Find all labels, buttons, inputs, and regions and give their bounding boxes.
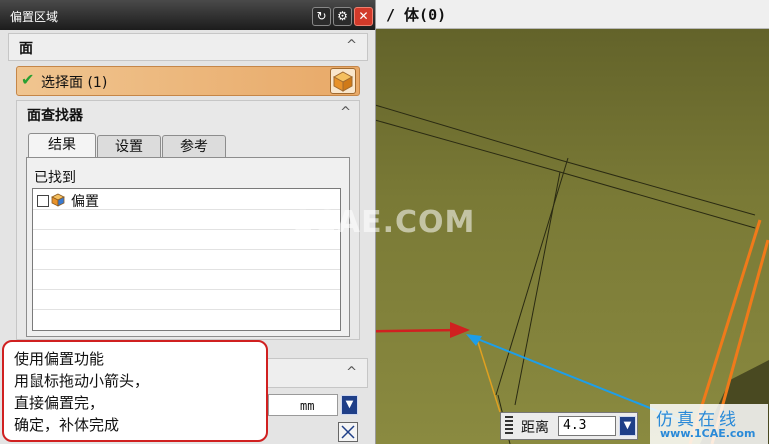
list-divider <box>33 309 340 310</box>
select-face-label: 选择面 (1) <box>41 75 108 91</box>
list-divider <box>33 249 340 250</box>
chevron-down-icon[interactable]: ▼ <box>619 416 636 436</box>
distance-input[interactable]: 4.3 <box>558 416 616 436</box>
tab-results[interactable]: 结果 <box>28 133 96 157</box>
drag-grip-icon[interactable] <box>505 416 513 436</box>
close-icon[interactable]: ✕ <box>354 7 373 26</box>
annotation-arrowhead-right-icon <box>450 322 470 338</box>
annotation-callout: 使用偏置功能 用鼠标拖动小箭头， 直接偏置完， 确定，补体完成 <box>2 340 268 442</box>
callout-line: 使用偏置功能 <box>14 350 105 368</box>
distance-label: 距离 <box>521 420 549 436</box>
collapse-icon[interactable]: ^ <box>340 105 351 120</box>
refresh-icon[interactable]: ↻ <box>312 7 331 26</box>
callout-line: 用鼠标拖动小箭头， <box>14 372 150 390</box>
tab-reference[interactable]: 参考 <box>162 135 226 157</box>
callout-line: 确定，补体完成 <box>14 416 120 434</box>
item-label: 偏置 <box>71 194 99 210</box>
face-section-header[interactable]: 面 ^ <box>8 33 368 61</box>
dialog-title: 偏置区域 <box>10 10 59 24</box>
face-section-label: 面 <box>19 41 33 57</box>
offset-feature-icon <box>51 193 65 207</box>
check-icon: ✔ <box>21 70 35 89</box>
select-face-row[interactable]: ✔ 选择面 (1) <box>16 66 360 96</box>
gear-icon[interactable]: ⚙ <box>333 7 352 26</box>
face-finder-label: 面查找器 <box>27 108 83 124</box>
item-checkbox[interactable] <box>37 195 49 207</box>
collapse-icon[interactable]: ^ <box>346 38 357 53</box>
list-divider <box>33 269 340 270</box>
tab-settings[interactable]: 设置 <box>97 135 161 157</box>
watermark-text: 1CAE.COM <box>292 205 476 240</box>
unit-label: mm <box>300 399 315 413</box>
list-item[interactable]: 偏置 <box>33 189 333 210</box>
cube-icon <box>332 71 354 92</box>
distance-handle-box: 距离 4.3 ▼ <box>500 412 638 440</box>
found-label: 已找到 <box>34 170 76 186</box>
callout-line: 直接偏置完， <box>14 394 105 412</box>
list-divider <box>33 289 340 290</box>
collapse-icon[interactable]: ^ <box>346 365 357 380</box>
viewport-title: / 体(0) <box>386 6 447 24</box>
chevron-down-icon[interactable]: ▼ <box>341 395 358 415</box>
face-selector-button[interactable] <box>330 68 356 94</box>
swap-arrows-icon <box>341 425 355 439</box>
reverse-direction-button[interactable] <box>338 422 358 442</box>
watermark-brand-url: www.1CAE.com <box>660 427 756 440</box>
